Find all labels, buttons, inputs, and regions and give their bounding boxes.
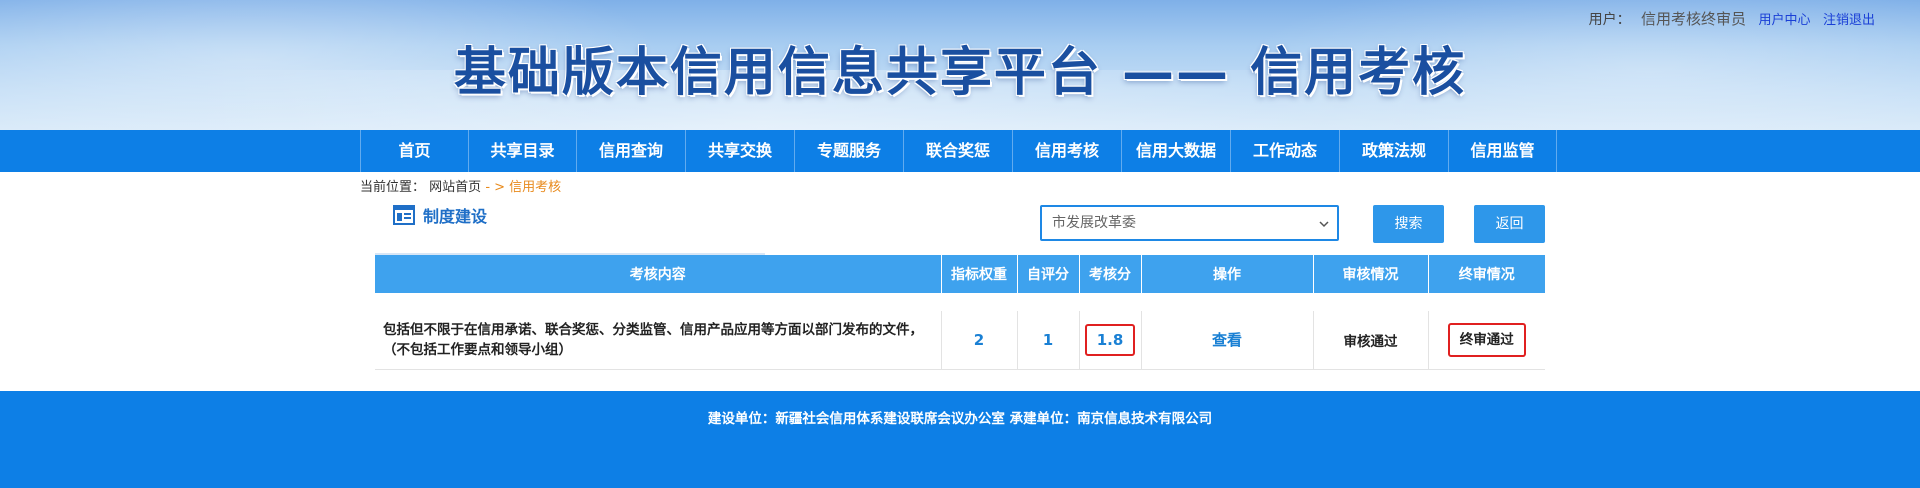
chevron-down-icon (1319, 221, 1329, 228)
nav-item-3[interactable]: 共享交换 (685, 130, 794, 172)
final-status-value: 终审通过 (1447, 322, 1526, 357)
content-cell: 包括但不限于在信用承诺、联合奖惩、分类监管、信用产品应用等方面以部门发布的文件，… (375, 311, 942, 370)
spacer-cell (375, 293, 1545, 311)
nav-item-4[interactable]: 专题服务 (794, 130, 903, 172)
assessment-table: 考核内容 指标权重 自评分 考核分 操作 审核情况 终审情况 包括但不限于在信用… (375, 255, 1545, 370)
nav-item-8[interactable]: 工作动态 (1230, 130, 1339, 172)
user-bar: 用户： 信用考核终审员 用户中心 注销退出 (1583, 8, 1875, 29)
table-row: 包括但不限于在信用承诺、联合奖惩、分类监管、信用产品应用等方面以部门发布的文件，… (375, 311, 1545, 370)
nav-list: 首页 共享目录 信用查询 共享交换 专题服务 联合奖惩 信用考核 信用大数据 工作动态 政策法规信… (360, 130, 1557, 172)
column-header: 考核分 (1079, 255, 1142, 293)
site-title: 基础版本信用信息共享平台 —— 信用考核 (453, 43, 1467, 103)
document-icon (393, 205, 415, 225)
action-cell: 查看 (1141, 311, 1314, 370)
breadcrumb: 当前位置： 网站首页 - > 信用考核 (360, 176, 561, 195)
nav-item-5[interactable]: 联合奖惩 (903, 130, 1012, 172)
nav-item-10[interactable]: 信用监管 (1448, 130, 1557, 172)
column-header: 终审情况 (1428, 255, 1545, 293)
audit-status-cell: 审核通过 (1313, 311, 1429, 370)
final-status-cell: 终审通过 (1428, 311, 1545, 370)
nav-item-2[interactable]: 信用查询 (576, 130, 685, 172)
column-header: 审核情况 (1313, 255, 1429, 293)
main-nav: 首页 共享目录 信用查询 共享交换 专题服务 联合奖惩 信用考核 信用大数据 工作动态 政策法规信… (0, 130, 1920, 172)
column-header: 考核内容 (375, 255, 942, 293)
nav-item-6[interactable]: 信用考核 (1012, 130, 1121, 172)
user-label: 用户： (1588, 12, 1631, 28)
footer: 建设单位：新疆社会信用体系建设联席会议办公室 承建单位：南京信息技术有限公司 (0, 391, 1920, 488)
department-select-value: 市发展改革委 (1052, 215, 1136, 231)
review-score-value: 1.8 (1084, 323, 1136, 356)
user-center-link[interactable]: 用户中心 (1759, 13, 1811, 28)
column-header: 自评分 (1017, 255, 1080, 293)
nav-item-9[interactable]: 政策法规 (1339, 130, 1448, 172)
section-title: 制度建设 (423, 207, 488, 226)
department-select[interactable]: 市发展改革委 (1040, 205, 1339, 241)
breadcrumb-home[interactable]: 网站首页 (429, 180, 481, 195)
column-header: 操作 (1141, 255, 1314, 293)
back-button[interactable]: 返回 (1474, 205, 1545, 243)
header-banner: 基础版本信用信息共享平台 —— 信用考核 用户： 信用考核终审员 用户中心 注销… (0, 0, 1920, 130)
nav-item-0[interactable]: 首页 (360, 130, 468, 172)
review-score-cell: 1.8 (1079, 311, 1142, 370)
nav-item-7[interactable]: 信用大数据 (1121, 130, 1230, 172)
search-button[interactable]: 搜索 (1373, 205, 1444, 243)
section-heading: 制度建设 (393, 203, 487, 227)
logout-link[interactable]: 注销退出 (1823, 13, 1875, 28)
nav-item-1[interactable]: 共享目录 (468, 130, 576, 172)
footer-text: 建设单位：新疆社会信用体系建设联席会议办公室 承建单位：南京信息技术有限公司 (707, 411, 1213, 427)
user-name: 信用考核终审员 (1641, 10, 1747, 28)
table-header-row: 考核内容 指标权重 自评分 考核分 操作 审核情况 终审情况 (375, 255, 1545, 293)
weight-cell: 2 (941, 311, 1018, 370)
view-link[interactable]: 查看 (1212, 331, 1242, 349)
self-score-cell: 1 (1017, 311, 1080, 370)
table-spacer (375, 293, 1545, 311)
breadcrumb-prefix: 当前位置： (360, 180, 426, 195)
breadcrumb-current: - > 信用考核 (485, 180, 562, 195)
column-header: 指标权重 (941, 255, 1018, 293)
